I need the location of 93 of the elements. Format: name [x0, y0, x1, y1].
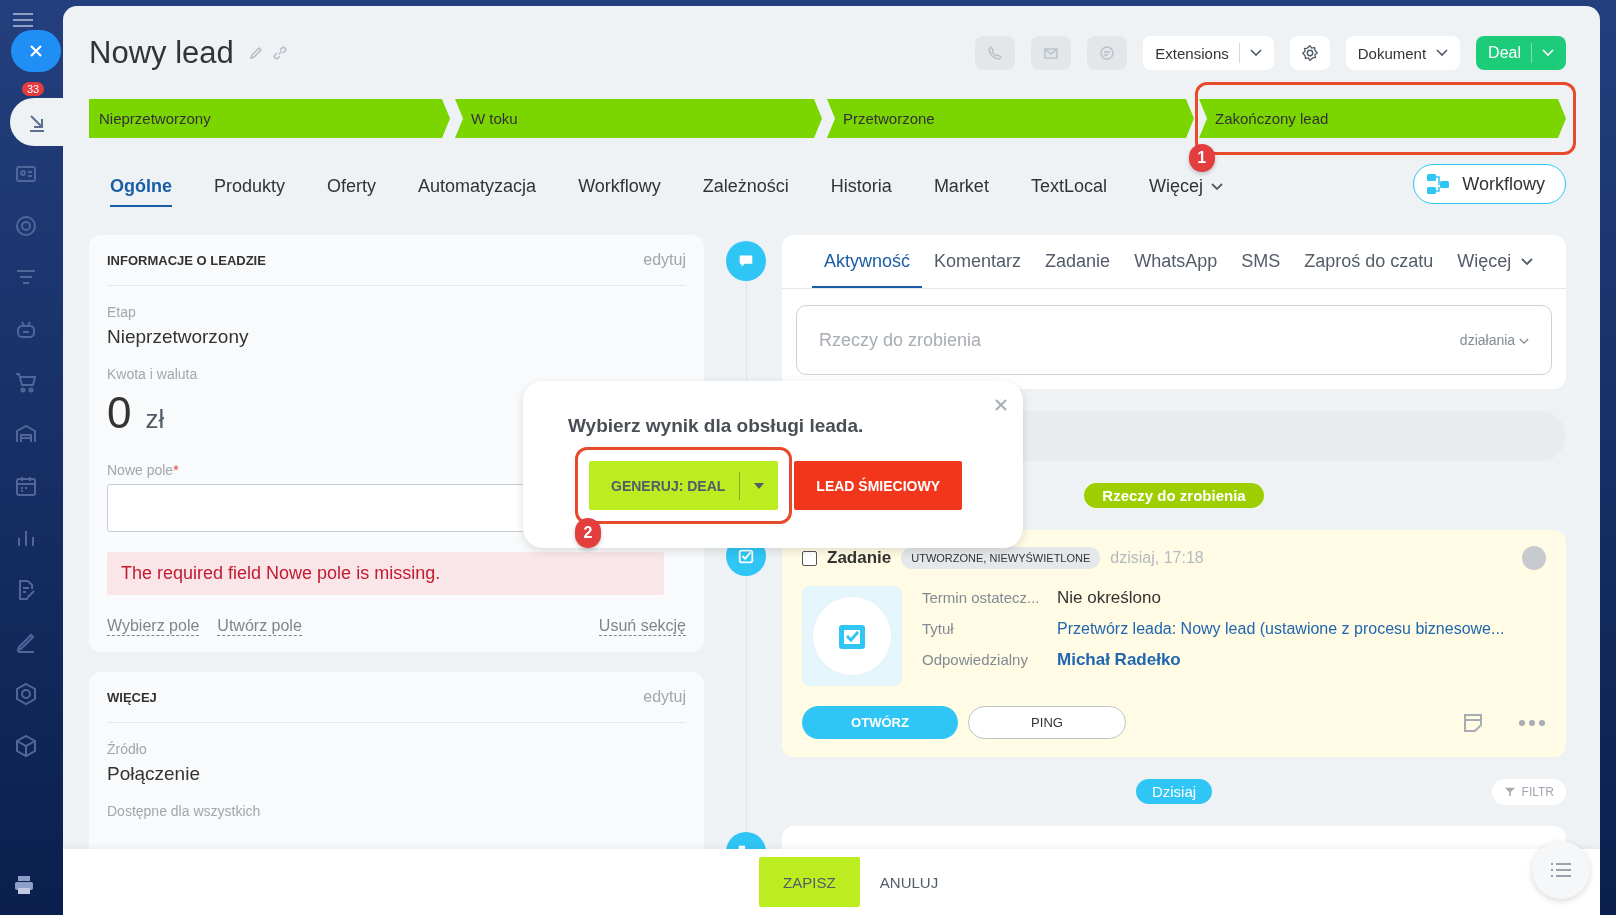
date-label: Dzisiaj	[1135, 779, 1213, 804]
extensions-button[interactable]: Extensions	[1143, 36, 1274, 70]
section-title: INFORMACJE O LEADZIE	[107, 252, 266, 268]
caret-icon	[1542, 49, 1554, 57]
field-label: Źródło	[107, 741, 148, 757]
field-label: Kwota i waluta	[107, 366, 199, 382]
link-icon[interactable]	[271, 45, 288, 61]
currency-label: zł	[145, 404, 165, 435]
status-tag: UTWORZONE, NIEWYŚWIETLONE	[901, 547, 1101, 569]
activity-tab[interactable]: SMS	[1229, 235, 1293, 288]
field-label: Etap	[107, 304, 137, 320]
step-badge: 1	[1188, 144, 1215, 172]
row-label: Odpowiedzialny	[922, 650, 1029, 670]
stage-step[interactable]: Przetworzone	[827, 99, 1194, 138]
activity-tab[interactable]: Aktywność	[812, 235, 923, 288]
task-time: dzisiaj, 17:18	[1110, 549, 1204, 567]
task-link[interactable]: Przetwórz leada: Nowy lead (ustawione z procesu biznesowe...	[1057, 619, 1505, 639]
caret-icon	[1436, 49, 1449, 57]
caret-icon	[1519, 338, 1529, 345]
row-label: Tytuł	[922, 619, 955, 639]
pencil-icon[interactable]	[247, 45, 264, 61]
field-link[interactable]: Wybierz pole	[107, 617, 200, 636]
tab[interactable]: Workflowy	[557, 173, 682, 207]
tab[interactable]: Więcej	[1127, 173, 1244, 207]
amount-value: 0	[107, 388, 132, 438]
note-icon[interactable]	[1462, 711, 1484, 734]
row-value: Nie określono	[1057, 588, 1162, 608]
popup-title: Wybierz wynik dla obsługi leada.	[568, 415, 865, 437]
ping-button[interactable]: PING	[968, 706, 1126, 739]
page-title: Nowy lead	[89, 35, 234, 71]
tab[interactable]: Automatyzacja	[397, 173, 558, 207]
close-button[interactable]	[11, 30, 61, 72]
activity-tab[interactable]: WhatsApp	[1122, 235, 1230, 288]
mail-button[interactable]	[1031, 36, 1072, 70]
tab[interactable]: Oferty	[306, 173, 398, 207]
chat-icon	[1099, 45, 1116, 61]
step-badge: 2	[575, 518, 601, 548]
activity-tab[interactable]: Zadanie	[1033, 235, 1123, 288]
download-icon[interactable]	[10, 98, 63, 146]
tab[interactable]: Market	[912, 173, 1010, 207]
section-title: WIĘCEJ	[107, 689, 157, 705]
actions-dropdown[interactable]: działania	[1459, 332, 1529, 348]
counter-badge: 33	[22, 82, 45, 96]
delete-section-link[interactable]: Usuń sekcję	[598, 617, 686, 636]
mail-icon	[1043, 45, 1060, 61]
required-asterisk: *	[173, 462, 179, 478]
row-label: Termin ostatecz...	[922, 588, 1041, 608]
close-icon[interactable]	[995, 399, 1007, 411]
activity-tab[interactable]: Zaproś do czatu	[1292, 235, 1446, 288]
todo-label: Rzeczy do zrobienia	[1084, 483, 1264, 508]
save-button[interactable]: ZAPISZ	[758, 857, 860, 907]
settings-button[interactable]	[1289, 36, 1330, 70]
list-icon	[1550, 862, 1572, 878]
activity-tab[interactable]: Więcej	[1445, 235, 1546, 288]
junk-lead-button[interactable]: LEAD ŚMIECIOWY	[794, 461, 963, 510]
filter-icon	[1503, 786, 1516, 798]
field-label: Nowe pole	[107, 462, 174, 478]
more-icon[interactable]	[1518, 718, 1546, 727]
cancel-button[interactable]: ANULUJ	[873, 872, 945, 892]
phone-icon	[987, 45, 1004, 61]
workflow-icon	[1426, 173, 1451, 195]
workflows-button[interactable]: Workflowy	[1413, 164, 1566, 204]
generate-deal-button[interactable]: GENERUJ: DEAL	[589, 461, 779, 510]
field-label: Dostępne dla wszystkich	[107, 803, 262, 819]
tab[interactable]: Zależności	[681, 173, 810, 207]
checkbox[interactable]	[802, 550, 817, 566]
field-link[interactable]: Utwórz pole	[217, 617, 302, 636]
error-message: The required field Nowe pole is missing.	[107, 552, 664, 595]
stage-step[interactable]: Zakończony lead	[1199, 99, 1566, 138]
settings-icon	[1300, 44, 1319, 62]
caret-icon	[754, 482, 765, 489]
tab[interactable]: Historia	[809, 173, 913, 207]
field-value: Połączenie	[107, 763, 201, 785]
chat-button[interactable]	[1087, 36, 1128, 70]
comment-icon	[726, 241, 766, 281]
avatar	[1522, 546, 1546, 570]
tab[interactable]: Ogólne	[110, 173, 172, 207]
task-title: Zadanie	[827, 548, 892, 568]
tab[interactable]: TextLocal	[1009, 173, 1128, 207]
todo-input[interactable]: Rzeczy do zrobienia działania	[796, 305, 1552, 375]
field-value: Nieprzetworzony	[107, 326, 250, 348]
user-link[interactable]: Michał Radełko	[1057, 650, 1505, 670]
phone-button[interactable]	[975, 36, 1016, 70]
menu-icon[interactable]	[12, 12, 34, 28]
stage-step[interactable]: W toku	[455, 99, 822, 138]
caret-icon	[1249, 49, 1262, 57]
activity-tab[interactable]: Komentarz	[922, 235, 1034, 288]
tab[interactable]: Produkty	[193, 173, 307, 207]
printer-icon[interactable]	[12, 873, 36, 897]
list-button[interactable]	[1532, 841, 1590, 899]
document-button[interactable]: Dokument	[1345, 36, 1461, 70]
close-icon	[29, 44, 43, 58]
stage-step[interactable]: Nieprzetworzony	[89, 99, 450, 138]
